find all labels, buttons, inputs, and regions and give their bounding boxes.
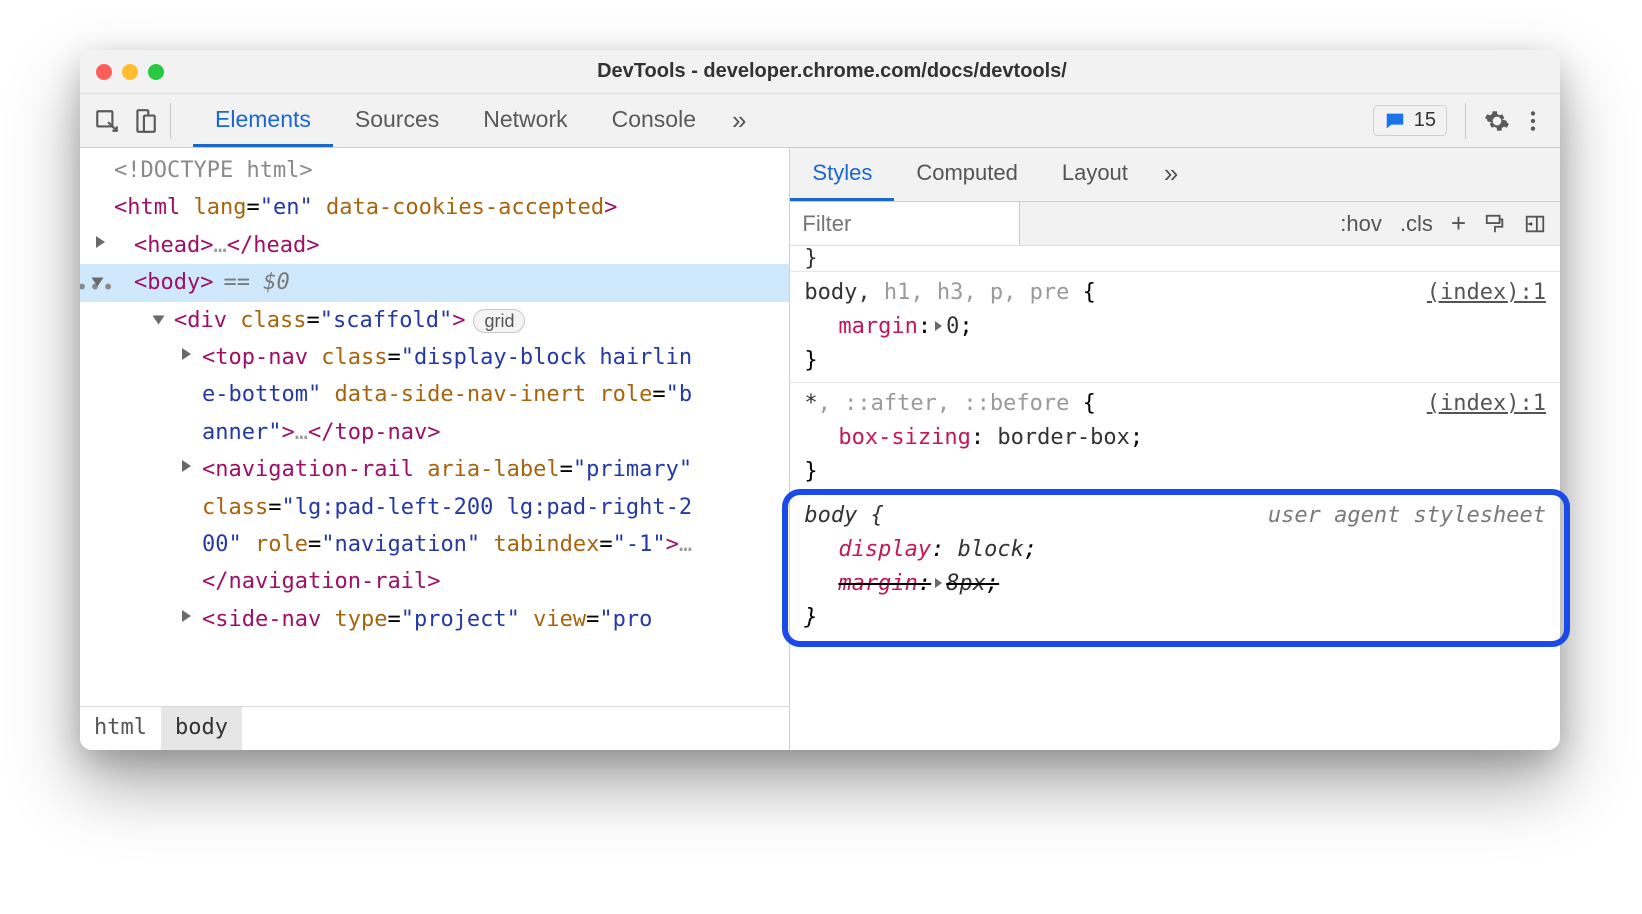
toggle-sidebar-icon[interactable] xyxy=(1524,213,1546,235)
tab-network[interactable]: Network xyxy=(461,94,589,147)
dom-sidenav[interactable]: <side-nav type="project" view="pro xyxy=(80,601,789,638)
dom-doctype: <!DOCTYPE html> xyxy=(114,158,313,183)
dom-body-selected[interactable]: •••<body>== $0 xyxy=(80,264,789,301)
dom-navrail[interactable]: <navigation-rail aria-label="primary" xyxy=(80,451,789,488)
close-window-button[interactable] xyxy=(96,64,112,80)
kebab-menu-icon[interactable] xyxy=(1520,108,1546,134)
subtab-computed[interactable]: Computed xyxy=(894,148,1040,201)
css-prop[interactable]: margin:0; xyxy=(804,310,1546,344)
crumb-html[interactable]: html xyxy=(80,707,161,750)
crumb-body[interactable]: body xyxy=(161,707,242,750)
new-style-rule-icon[interactable]: + xyxy=(1451,208,1466,239)
dom-head[interactable]: <head>…</head> xyxy=(80,227,789,264)
issues-count: 15 xyxy=(1414,109,1436,132)
more-subtabs-icon[interactable]: » xyxy=(1150,148,1192,201)
dom-tree[interactable]: <!DOCTYPE html> <html lang="en" data-coo… xyxy=(80,148,789,706)
styles-panel: Styles Computed Layout » :hov .cls + xyxy=(790,148,1560,750)
subtab-layout[interactable]: Layout xyxy=(1040,148,1150,201)
grid-badge[interactable]: grid xyxy=(473,309,525,333)
elements-panel: <!DOCTYPE html> <html lang="en" data-coo… xyxy=(80,148,790,750)
dom-div-scaffold[interactable]: <div class="scaffold">grid xyxy=(80,302,789,339)
hov-toggle[interactable]: :hov xyxy=(1340,211,1382,237)
style-rule[interactable]: (index):1 *, ::after, ::before { box-siz… xyxy=(790,383,1560,494)
subtab-styles[interactable]: Styles xyxy=(790,148,894,201)
inspect-element-icon[interactable] xyxy=(94,108,120,134)
device-toggle-icon[interactable] xyxy=(132,108,158,134)
dom-html-open[interactable]: <html lang="en" data-cookies-accepted> xyxy=(80,189,789,226)
fullscreen-window-button[interactable] xyxy=(148,64,164,80)
css-prop-overridden[interactable]: margin:8px; xyxy=(804,567,1546,601)
rule-source[interactable]: (index):1 xyxy=(1427,387,1546,421)
message-icon xyxy=(1384,110,1406,132)
style-rule-ua[interactable]: user agent stylesheet body { display: bl… xyxy=(790,495,1560,639)
cls-toggle[interactable]: .cls xyxy=(1400,211,1433,237)
tab-console[interactable]: Console xyxy=(590,94,718,147)
tab-sources[interactable]: Sources xyxy=(333,94,461,147)
css-prop[interactable]: box-sizing: border-box; xyxy=(804,421,1546,455)
style-rule[interactable]: (index):1 body, h1, h3, p, pre { margin:… xyxy=(790,272,1560,383)
window-title: DevTools - developer.chrome.com/docs/dev… xyxy=(164,60,1500,83)
breadcrumb: html body xyxy=(80,706,789,750)
dom-topnav[interactable]: <top-nav class="display-block hairlin xyxy=(80,339,789,376)
tab-elements[interactable]: Elements xyxy=(193,94,333,147)
settings-icon[interactable] xyxy=(1484,108,1510,134)
styles-filter-input[interactable] xyxy=(790,202,1020,245)
main-toolbar: Elements Sources Network Console » 15 xyxy=(80,94,1560,148)
minimize-window-button[interactable] xyxy=(122,64,138,80)
issues-badge[interactable]: 15 xyxy=(1373,105,1447,136)
more-tabs-icon[interactable]: » xyxy=(718,94,760,147)
titlebar: DevTools - developer.chrome.com/docs/dev… xyxy=(80,50,1560,94)
paint-format-icon[interactable] xyxy=(1484,213,1506,235)
rule-source-ua: user agent stylesheet xyxy=(1268,499,1546,533)
rule-source[interactable]: (index):1 xyxy=(1427,276,1546,310)
css-prop[interactable]: display: block; xyxy=(804,533,1546,567)
